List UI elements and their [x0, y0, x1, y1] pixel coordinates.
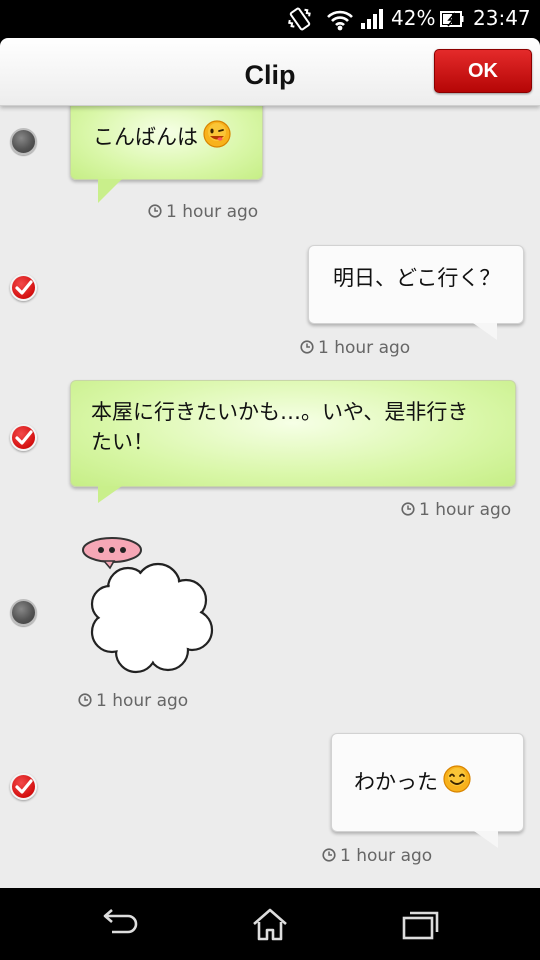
- timestamp-3: 1 hour ago: [401, 500, 511, 520]
- message-text-5: わかった: [354, 770, 438, 794]
- message-text-3-line2: たい！: [91, 430, 154, 454]
- select-radio-message-3[interactable]: [10, 424, 37, 451]
- ok-button[interactable]: OK: [434, 49, 532, 93]
- back-icon[interactable]: [100, 906, 140, 942]
- clock-icon: [148, 204, 162, 218]
- select-radio-message-2[interactable]: [10, 274, 37, 301]
- navigation-bar: [0, 888, 540, 960]
- vibrate-icon: [288, 7, 311, 31]
- battery-icon: [440, 11, 464, 27]
- message-bubble-1[interactable]: こんばんは: [70, 106, 263, 180]
- home-icon[interactable]: [250, 906, 290, 942]
- message-list[interactable]: こんばんは 1 hour ago 明日、どこ行く？ 1 hour ago 本屋に…: [0, 106, 540, 888]
- select-radio-message-4[interactable]: [10, 599, 37, 626]
- message-bubble-2[interactable]: 明日、どこ行く？: [308, 245, 524, 324]
- message-text-1: こんばんは: [93, 125, 198, 149]
- clock-icon: [78, 693, 92, 707]
- clock: 23:47: [473, 6, 531, 30]
- bubble-tail-1: [98, 179, 122, 203]
- bubble-tail-2: [473, 323, 497, 340]
- clock-icon: [322, 848, 336, 862]
- top-bar: Clip OK: [0, 38, 540, 106]
- message-bubble-5[interactable]: わかった: [331, 733, 524, 832]
- clock-icon: [300, 340, 314, 354]
- bubble-tail-3: [98, 486, 122, 503]
- message-bubble-3[interactable]: 本屋に行きたいかも…。いや、是非行き たい！: [70, 380, 516, 487]
- thinking-cloud-sticker[interactable]: [80, 536, 220, 676]
- select-radio-message-5[interactable]: [10, 773, 37, 800]
- signal-icon: [361, 9, 383, 29]
- timestamp-2: 1 hour ago: [300, 338, 410, 358]
- smiley-icon: [443, 765, 471, 793]
- battery-percent: 42%: [391, 6, 436, 30]
- status-bar: 42% 23:47: [0, 0, 540, 38]
- bubble-tail-5: [474, 831, 498, 848]
- timestamp-1: 1 hour ago: [148, 202, 258, 222]
- clock-icon: [401, 502, 415, 516]
- timestamp-4: 1 hour ago: [78, 691, 188, 711]
- select-radio-message-1[interactable]: [10, 128, 37, 155]
- timestamp-5: 1 hour ago: [322, 846, 432, 866]
- message-text-2: 明日、どこ行く？: [333, 266, 501, 290]
- smiley-wink-icon: [203, 120, 231, 148]
- message-text-3-line1: 本屋に行きたいかも…。いや、是非行き: [91, 400, 469, 424]
- wifi-icon: [327, 10, 353, 31]
- recent-apps-icon[interactable]: [400, 906, 440, 942]
